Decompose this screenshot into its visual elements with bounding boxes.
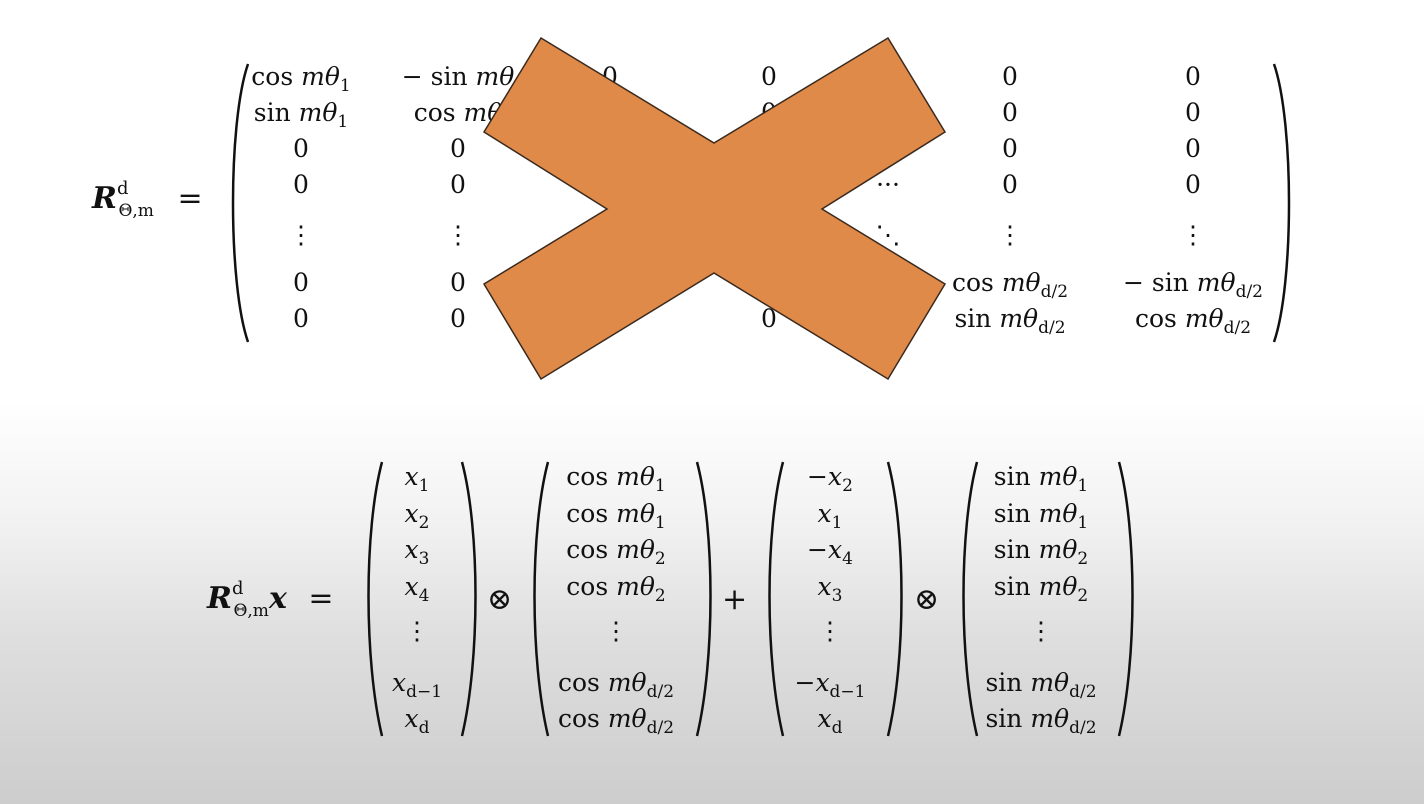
vector-entry: sin mθ1 [993, 462, 1089, 496]
vector-entry: ⋮ [404, 616, 430, 645]
vector-entry: −xd−1 [794, 668, 866, 702]
left-paren [962, 461, 979, 737]
lhs-vector-symbol: x [268, 581, 287, 616]
vector-entry: sin mθ2 [993, 535, 1089, 569]
vector-entry: cos mθ2 [566, 535, 666, 569]
left-paren [768, 461, 785, 737]
right-paren [460, 461, 477, 737]
vector-entry: cos mθ2 [566, 572, 666, 606]
otimes-1: ⊗ [487, 582, 513, 617]
vector-entry: sin mθ2 [993, 572, 1089, 606]
vector-entry: ⋮ [1028, 616, 1054, 645]
right-paren [695, 461, 712, 737]
left-paren [367, 461, 384, 737]
left-paren [533, 461, 550, 737]
vector-entry: cos mθd/2 [557, 668, 675, 702]
vector-entry: xd [817, 704, 843, 738]
vector-entry: x4 [404, 572, 430, 606]
bottom-lhs: RdΘ,mx = [207, 578, 334, 621]
vector-entry: x3 [404, 535, 430, 569]
vector-entry: x1 [404, 462, 430, 496]
vector-entry: sin mθd/2 [985, 668, 1097, 702]
vector-entry: sin mθ1 [993, 499, 1089, 533]
vector-entry: sin mθd/2 [985, 704, 1097, 738]
x-shape [482, 36, 947, 381]
vector-entry: x3 [817, 572, 843, 606]
vector-entry: −x4 [807, 535, 853, 569]
vector-entry: ⋮ [603, 616, 629, 645]
vector-entry: xd−1 [391, 668, 443, 702]
right-paren [886, 461, 903, 737]
right-paren [1117, 461, 1134, 737]
plus-sign: + [722, 582, 748, 617]
vector-entry: x2 [404, 499, 430, 533]
vector-entry: xd [404, 704, 430, 738]
vector-entry: cos mθ1 [566, 499, 666, 533]
vector-entry: cos mθ1 [566, 462, 666, 496]
vector-entry: x1 [817, 499, 843, 533]
vector-entry: cos mθd/2 [557, 704, 675, 738]
vector-entry: ⋮ [817, 616, 843, 645]
otimes-2: ⊗ [914, 582, 940, 617]
vector-entry: −x2 [807, 462, 853, 496]
lhs-matrix-symbol: R [207, 581, 232, 616]
